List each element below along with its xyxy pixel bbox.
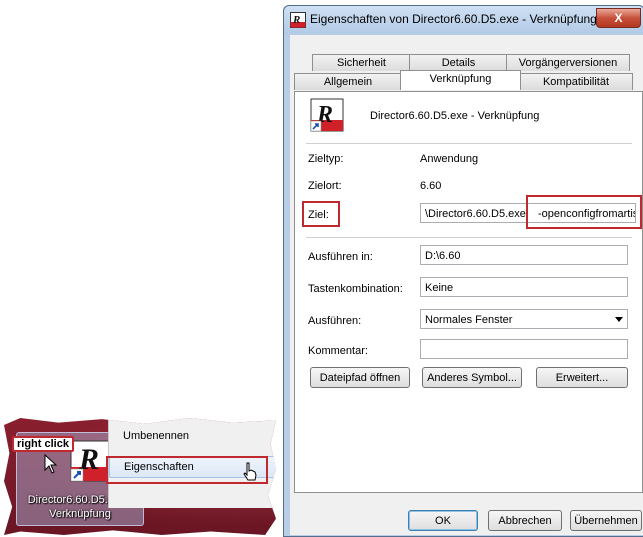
kommentar-label: Kommentar: [308, 345, 368, 357]
separator [306, 237, 632, 238]
tab-sicherheit[interactable]: Sicherheit [312, 54, 411, 71]
ausfuehren-label: Ausführen: [308, 315, 362, 327]
tastenkombination-label: Tastenkombination: [308, 283, 403, 295]
uebernehmen-button[interactable]: Übernehmen [570, 510, 642, 531]
ausfuehren-select-value: Normales Fenster [425, 314, 513, 326]
anderes-symbol-button[interactable]: Anderes Symbol... [422, 367, 522, 388]
chevron-down-icon [615, 317, 623, 322]
erweitert-button[interactable]: Erweitert... [536, 367, 628, 388]
zieltyp-value: Anwendung [420, 153, 479, 165]
zielort-label: Zielort: [308, 180, 342, 192]
ziel-path-text: \Director6.60.D5.exe [425, 208, 526, 220]
mouse-pointer-icon [44, 454, 58, 474]
kommentar-input[interactable] [420, 339, 628, 359]
context-menu-item-umbenennen[interactable]: Umbenennen [109, 426, 276, 446]
shortcut-app-icon: R [310, 98, 344, 132]
right-click-annotation: right click [12, 436, 74, 452]
svg-text:R: R [292, 14, 300, 26]
tab-kompatibilitaet[interactable]: Kompatibilität [519, 73, 633, 90]
tab-vorgaengerversionen[interactable]: Vorgängerversionen [506, 54, 630, 71]
zielort-value: 6.60 [420, 180, 442, 192]
ausfuehren-in-input[interactable]: D:\6.60 [420, 245, 628, 265]
director-title-icon: R [290, 12, 306, 28]
abbrechen-button[interactable]: Abbrechen [488, 510, 562, 531]
desktop-crop: R Director6.60.D5.exe - Verknüpfung righ… [4, 418, 276, 535]
ziel-argument-highlight [526, 195, 642, 229]
title-bar[interactable]: R Eigenschaften von Director6.60.D5.exe … [284, 6, 643, 34]
dialog-title: Eigenschaften von Director6.60.D5.exe - … [310, 12, 597, 26]
dateipfad-oeffnen-button[interactable]: Dateipfad öffnen [310, 367, 410, 388]
tastenkombination-input[interactable]: Keine [420, 277, 628, 297]
separator [306, 143, 632, 144]
zieltyp-label: Zieltyp: [308, 153, 344, 165]
ok-button[interactable]: OK [408, 510, 478, 531]
ausfuehren-in-label: Ausführen in: [308, 251, 373, 263]
close-button[interactable]: X [596, 8, 641, 28]
properties-dialog: R Eigenschaften von Director6.60.D5.exe … [283, 5, 643, 537]
ziel-label-highlight [302, 201, 340, 227]
ausfuehren-select[interactable]: Normales Fenster [420, 309, 628, 329]
tab-details[interactable]: Details [409, 54, 508, 71]
dialog-client-area: Sicherheit Details Vorgängerversionen Al… [290, 35, 643, 535]
tab-verknuepfung[interactable]: Verknüpfung [400, 70, 521, 90]
hand-pointer-icon [243, 462, 257, 481]
tab-allgemein[interactable]: Allgemein [294, 73, 402, 90]
shortcut-name: Director6.60.D5.exe - Verknüpfung [370, 110, 540, 122]
